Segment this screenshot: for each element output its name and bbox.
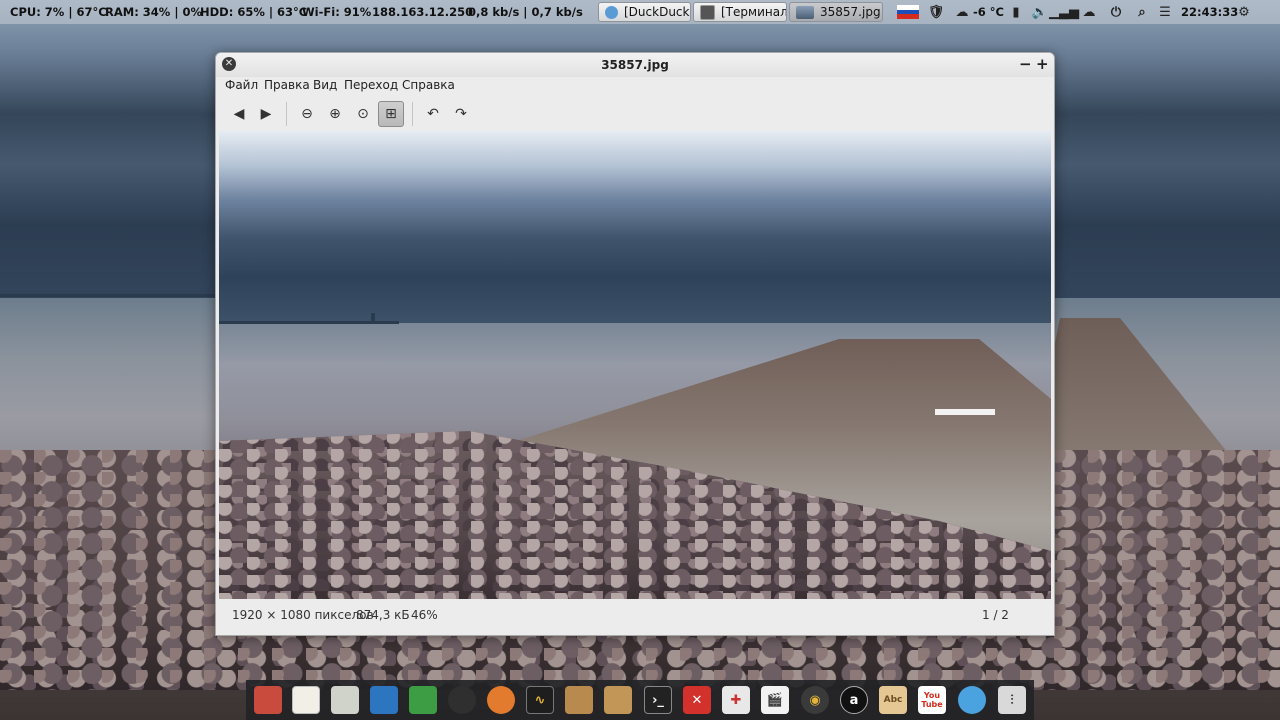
image-dimensions: 1920 × 1080 пикселов	[232, 608, 374, 622]
toolbar-separator	[286, 102, 287, 126]
youtube-icon[interactable]: You Tube	[918, 686, 946, 714]
archive-manager-icon[interactable]	[565, 686, 593, 714]
zoom-in-button[interactable]: ⊕	[322, 101, 348, 127]
image-thumbnail-icon	[796, 5, 814, 19]
ram-indicator[interactable]: RAM: 34% | 0%	[105, 5, 202, 19]
zoom-out-button[interactable]: ⊖	[294, 101, 320, 127]
writer-icon[interactable]	[370, 686, 398, 714]
volume-icon[interactable]: 🔈	[1032, 4, 1048, 20]
network-icon[interactable]	[958, 686, 986, 714]
dock: ∿ ›_ ✕ ✚ 🎬 ◉ a Abc You Tube ⫶	[246, 680, 1034, 720]
dictionary-icon[interactable]: Abc	[879, 686, 907, 714]
amazon-icon[interactable]: a	[840, 686, 868, 714]
menu-file[interactable]: Файл	[225, 78, 258, 92]
window-titlebar[interactable]: ✕ 35857.jpg − +	[216, 53, 1054, 77]
top-panel: CPU: 7% | 67°C RAM: 34% | 0% HDD: 65% | …	[0, 0, 1280, 24]
power-icon[interactable]: ⏻	[1108, 4, 1124, 20]
rotate-left-button[interactable]: ↶	[420, 101, 446, 127]
photo-sky	[219, 131, 1051, 326]
ip-indicator[interactable]: 188.163.12.250	[372, 5, 473, 19]
photo-pier-marking	[935, 409, 995, 415]
previous-image-button[interactable]: ◀	[226, 101, 252, 127]
browser-icon	[605, 5, 618, 19]
network-speed-indicator[interactable]: 0,8 kb/s | 0,7 kb/s	[468, 5, 583, 19]
taskbar-item-terminal[interactable]: [Терминал]	[693, 2, 787, 22]
photo-chimney	[371, 313, 375, 322]
system-monitor-icon[interactable]: ∿	[526, 686, 554, 714]
spreadsheet-icon[interactable]	[409, 686, 437, 714]
toolbar-separator	[412, 102, 413, 126]
weather-icon[interactable]: ☁	[954, 4, 970, 20]
best-fit-button[interactable]: ⊞	[378, 101, 404, 127]
window-title: 35857.jpg	[601, 58, 669, 72]
hdd-indicator[interactable]: HDD: 65% | 63°C	[200, 5, 307, 19]
taskbar-item-browser[interactable]: [DuckDuck...	[598, 2, 691, 22]
menu-edit[interactable]: Правка	[264, 78, 310, 92]
status-bar: 1920 × 1080 пикселов 874,3 кБ 46% 1 / 2	[216, 601, 1054, 635]
cpu-indicator[interactable]: CPU: 7% | 67°C	[10, 5, 107, 19]
wifi-indicator[interactable]: Wi-Fi: 91%	[302, 5, 371, 19]
calculator-icon[interactable]	[331, 686, 359, 714]
media-player-icon[interactable]	[448, 686, 476, 714]
terminal-icon[interactable]: ›_	[644, 686, 672, 714]
menu-list-icon[interactable]: ☰	[1157, 4, 1173, 20]
menu-bar: Файл Правка Вид Переход Справка	[216, 77, 1054, 97]
image-viewer-icon[interactable]	[254, 686, 282, 714]
transfer-icon[interactable]: ✚	[722, 686, 750, 714]
shield-icon[interactable]: 🛡	[928, 4, 945, 20]
toolbar: ◀ ▶ ⊖ ⊕ ⊙ ⊞ ↶ ↷	[216, 98, 1054, 130]
package-installer-icon[interactable]	[604, 686, 632, 714]
maximize-button[interactable]: +	[1036, 55, 1049, 73]
mixer-icon[interactable]: ⫶	[998, 686, 1026, 714]
taskbar-item-label: [Терминал]	[721, 5, 787, 19]
clock[interactable]: 22:43:33	[1181, 5, 1238, 19]
keyboard-layout-flag-icon[interactable]	[897, 5, 919, 19]
zoom-level: 46%	[411, 608, 438, 622]
menu-view[interactable]: Вид	[313, 78, 337, 92]
crossover-icon[interactable]: ✕	[683, 686, 711, 714]
video-editor-icon[interactable]: 🎬	[761, 686, 789, 714]
settings-gear-icon[interactable]: ⚙	[1236, 4, 1252, 20]
image-position: 1 / 2	[982, 608, 1009, 622]
search-icon[interactable]: ⌕	[1134, 4, 1150, 20]
menu-help[interactable]: Справка	[402, 78, 455, 92]
clipboard-icon[interactable]: ▮	[1008, 4, 1024, 20]
cloud-icon[interactable]: ☁	[1081, 4, 1097, 20]
file-size: 874,3 кБ	[356, 608, 410, 622]
terminal-icon	[700, 4, 715, 20]
zoom-normal-button[interactable]: ⊙	[350, 101, 376, 127]
taskbar-item-label: [DuckDuck...	[624, 5, 690, 19]
menu-go[interactable]: Переход	[344, 78, 398, 92]
rotate-right-button[interactable]: ↷	[448, 101, 474, 127]
audio-player-icon[interactable]: ◉	[801, 686, 829, 714]
taskbar-item-image-viewer[interactable]: 35857.jpg	[789, 2, 883, 22]
image-viewer-window: ✕ 35857.jpg − + Файл Правка Вид Переход …	[215, 52, 1055, 636]
weather-temperature[interactable]: -6 °C	[973, 5, 1004, 19]
wallpaper-horizon	[0, 294, 215, 297]
text-editor-icon[interactable]	[292, 686, 320, 714]
chromium-browser-icon[interactable]	[487, 686, 515, 714]
signal-bars-icon[interactable]: ▁▃▅	[1049, 4, 1079, 20]
next-image-button[interactable]: ▶	[253, 101, 279, 127]
minimize-button[interactable]: −	[1019, 55, 1032, 73]
image-canvas[interactable]	[219, 131, 1051, 599]
taskbar-item-label: 35857.jpg	[820, 5, 881, 19]
